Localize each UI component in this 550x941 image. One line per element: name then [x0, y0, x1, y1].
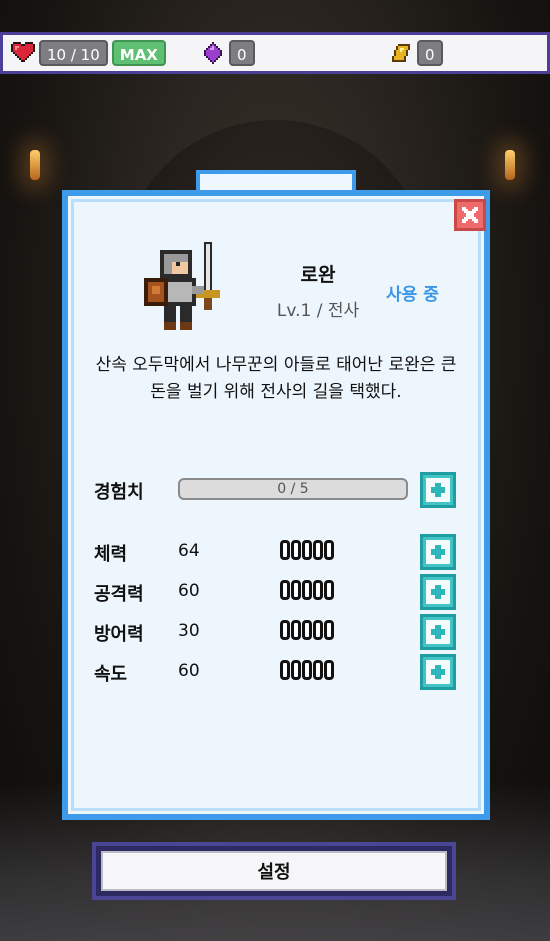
character-level: Lv.1 / 전사 — [276, 301, 360, 321]
stat-plus-button-hp[interactable] — [420, 534, 456, 570]
in-use-status: 사용 중 — [386, 285, 439, 305]
stat-plus-button-speed[interactable] — [420, 654, 456, 690]
experience-text: 0 / 5 — [277, 481, 309, 497]
gems-value: 0 — [229, 40, 255, 66]
experience-row: 경험치 0 / 5 — [94, 472, 464, 508]
gem-icon — [201, 41, 225, 65]
plus-icon — [431, 483, 445, 497]
character-name: 로완 — [300, 264, 336, 286]
hearts-counter: 10 / 10 MAX — [11, 40, 166, 66]
character-panel: 로완 Lv.1 / 전사 사용 중 산속 오두막에서 나무꾼의 아들로 태어난 … — [62, 190, 490, 820]
torch-left — [30, 150, 40, 180]
warrior-avatar — [140, 242, 224, 334]
stat-row-hp: 체력 64 — [94, 534, 464, 570]
stat-value: 64 — [178, 541, 200, 561]
heart-icon — [11, 41, 35, 65]
torch-right — [505, 150, 515, 180]
plus-icon — [431, 665, 445, 679]
stat-gauge — [280, 540, 335, 560]
experience-plus-button[interactable] — [420, 472, 456, 508]
stat-row-attack: 공격력 60 — [94, 574, 464, 610]
stat-label: 속도 — [94, 664, 128, 685]
stat-value: 60 — [178, 661, 200, 681]
experience-bar: 0 / 5 — [178, 478, 408, 500]
plus-icon — [431, 545, 445, 559]
stat-row-defense: 방어력 30 — [94, 614, 464, 650]
gold-counter: 0 — [389, 40, 443, 66]
resource-bar: 10 / 10 MAX 0 0 — [0, 32, 550, 74]
plus-icon — [431, 625, 445, 639]
stat-gauge — [280, 620, 335, 640]
gold-icon — [389, 41, 413, 65]
settings-button[interactable]: 설정 — [92, 842, 456, 900]
gems-counter: 0 — [201, 40, 255, 66]
stat-plus-button-defense[interactable] — [420, 614, 456, 650]
experience-label: 경험치 — [94, 482, 144, 503]
gold-value: 0 — [417, 40, 443, 66]
stat-row-speed: 속도 60 — [94, 654, 464, 690]
close-button[interactable] — [454, 199, 486, 231]
plus-icon — [431, 585, 445, 599]
stat-gauge — [280, 660, 335, 680]
stat-value: 30 — [178, 621, 200, 641]
stat-label: 방어력 — [94, 624, 144, 645]
stat-plus-button-attack[interactable] — [420, 574, 456, 610]
hearts-value: 10 / 10 — [39, 40, 108, 66]
stat-label: 체력 — [94, 544, 128, 565]
stat-gauge — [280, 580, 335, 600]
close-icon — [462, 207, 478, 223]
stat-label: 공격력 — [94, 584, 144, 605]
max-badge: MAX — [111, 40, 166, 66]
character-description: 산속 오두막에서 나무꾼의 아들로 태어난 로완은 큰돈을 벌기 위해 전사의 … — [95, 355, 457, 402]
settings-label: 설정 — [101, 851, 447, 891]
stat-value: 60 — [178, 581, 200, 601]
